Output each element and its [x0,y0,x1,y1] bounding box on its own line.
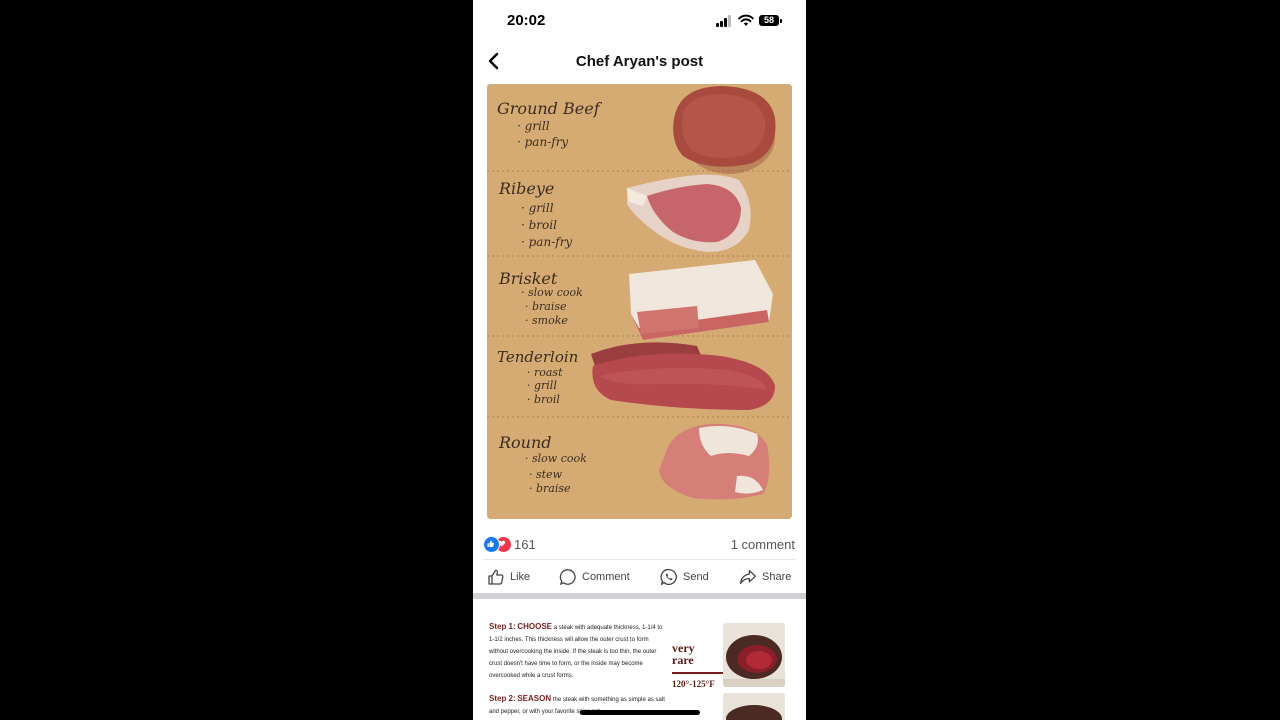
method-text: · pan-fry [517,135,568,149]
doneness-temperature: 120°-125°F [672,679,715,689]
home-indicator[interactable] [580,710,700,715]
comment-label: Comment [582,571,630,583]
method-text: · slow cook [525,452,587,465]
method-text: · braise [529,482,571,495]
thumbs-up-icon [488,569,504,585]
like-button[interactable]: Like [487,566,530,588]
whatsapp-send-icon [660,568,677,586]
post-action-bar: Like Comment Send Share [473,562,806,592]
comment-button[interactable]: Comment [559,566,630,588]
status-bar: 20:02 58 [473,0,806,44]
method-text: · grill [527,379,557,392]
divider [483,559,796,560]
meat-cuts-photo: Ground Beef · grill · pan-fry Ribeye · g… [487,84,792,519]
cellular-signal-icon [716,15,733,27]
steak-photo-2 [723,693,785,720]
method-text: · roast [527,366,563,379]
send-label: Send [683,571,709,583]
status-time: 20:02 [507,12,546,29]
method-text: · slow cook [521,286,583,299]
wifi-icon [738,14,754,26]
phone-screen: 20:02 58 Chef Aryan's post Ground Beef ·… [473,0,806,720]
label-ground-beef: Ground Beef [497,99,603,118]
steak-photo [723,623,785,687]
share-arrow-icon [739,569,757,585]
step1-keyword: CHOOSE [517,622,553,631]
like-reaction-icon [483,536,500,553]
send-button[interactable]: Send [660,566,709,588]
step1-block: Step 1: CHOOSE a steak with adequate thi… [489,621,669,682]
battery-icon: 58 [759,15,782,26]
method-text: · broil [521,218,557,232]
comment-bubble-icon [559,569,576,585]
label-tenderloin: Tenderloin [497,348,578,366]
method-text: · smoke [525,314,568,327]
label-ribeye: Ribeye [498,179,554,198]
post-header: Chef Aryan's post [473,44,806,80]
next-post-preview[interactable]: Step 1: CHOOSE a steak with adequate thi… [473,599,806,720]
method-text: · stew [529,468,563,481]
method-text: · grill [521,201,554,215]
step1-text: a steak with adequate thickness, 1-1/4 t… [489,625,663,679]
method-text: · broil [527,393,560,406]
method-text: · braise [525,300,567,313]
step1-heading: Step 1: [489,622,516,631]
doneness-line2: rare [672,653,694,667]
share-label: Share [762,571,792,583]
reaction-count: 161 [514,537,536,552]
doneness-label: very rare [672,642,695,666]
like-label: Like [510,571,531,583]
comment-count-link[interactable]: 1 comment [731,537,795,552]
method-text: · grill [517,119,550,133]
label-round: Round [498,433,552,452]
doneness-rule [672,672,730,674]
step2-keyword: SEASON [517,694,552,703]
battery-level: 58 [763,15,774,25]
step2-heading: Step 2: [489,694,516,703]
page-title: Chef Aryan's post [575,53,704,70]
method-text: · pan-fry [521,235,572,249]
post-photo[interactable]: Ground Beef · grill · pan-fry Ribeye · g… [487,84,792,519]
share-button[interactable]: Share [739,566,791,588]
